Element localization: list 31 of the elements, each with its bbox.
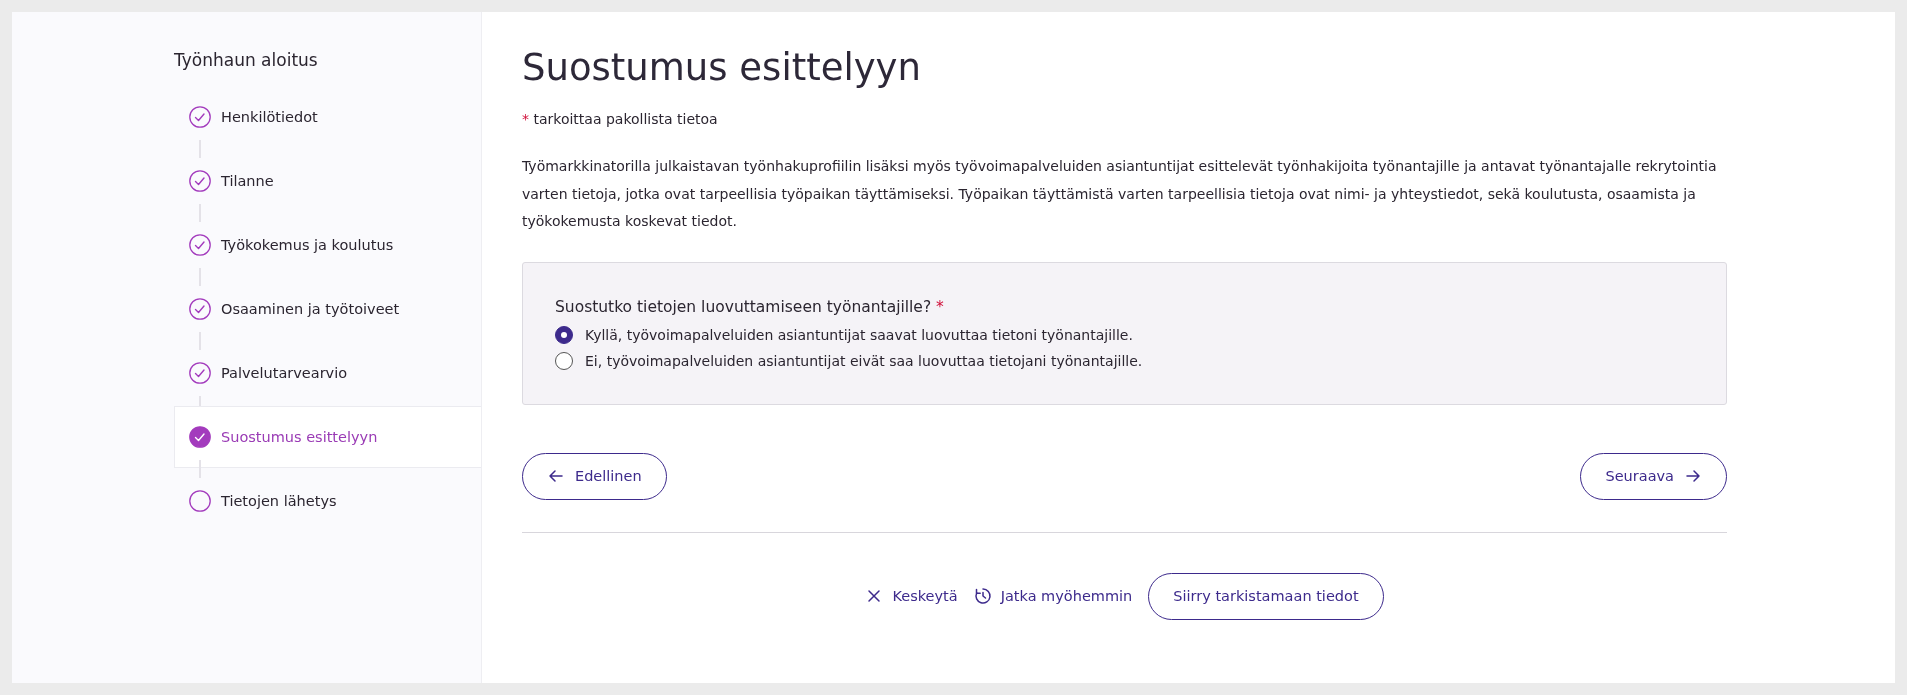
step-item[interactable]: Tilanne	[174, 158, 481, 204]
radio-option[interactable]: Kyllä, työvoimapalveluiden asiantuntijat saavat luovuttaa tietoni työnantajille.	[555, 325, 1694, 344]
step-label: Palvelutarvearvio	[221, 365, 348, 381]
clock-icon	[973, 587, 992, 605]
required-note: * tarkoittaa pakollista tietoa	[522, 111, 719, 127]
arrow-left-icon	[547, 467, 565, 485]
continue-later-link[interactable]: Jatka myöhemmin	[973, 587, 1133, 605]
cancel-link[interactable]: Keskeytä	[865, 587, 958, 605]
step-label: Osaaminen ja työtoiveet	[221, 301, 400, 317]
step-item[interactable]: Palvelutarvearvio	[174, 350, 481, 396]
question-label: Suostutko tietojen luovuttamiseen työnantajille? *	[555, 297, 944, 316]
step-label: Tilanne	[221, 173, 274, 189]
radio-button[interactable]	[555, 325, 573, 344]
step-label: Suostumus esittelyyn	[221, 429, 378, 445]
next-button[interactable]: Seuraava	[1580, 452, 1727, 500]
step-label: Henkilötiedot	[221, 109, 318, 125]
step-item[interactable]: Tietojen lähetys	[174, 478, 481, 524]
page-title: Suostumus esittelyyn	[522, 46, 922, 89]
sidebar-title: Työnhaun aloitus	[174, 50, 318, 70]
step-item[interactable]: Työkokemus ja koulutus	[174, 222, 481, 268]
arrow-right-icon	[1684, 467, 1702, 485]
step-label: Tietojen lähetys	[221, 493, 337, 509]
step-item[interactable]: Osaaminen ja työtoiveet	[174, 286, 481, 332]
previous-button[interactable]: Edellinen	[522, 452, 667, 500]
step-item[interactable]: Suostumus esittelyyn	[174, 406, 481, 468]
step-item[interactable]: Henkilötiedot	[174, 94, 481, 140]
radio-option[interactable]: Ei, työvoimapalveluiden asiantuntijat eivät saa luovuttaa tietojani työnantajille.	[555, 351, 1694, 370]
radio-button[interactable]	[555, 351, 573, 370]
description-text: Työmarkkinatorilla julkaistavan työnhakuprofiilin lisäksi myös työvoimapalveluiden asiantuntijat esittelevät työnhakijoita työnantajille ja antavat työnantajalle rekrytointia varten tietoja, jotka ovat tarpeellisia työpaikan täyttämiseksi. Työpaikan täyttämistä varten tarpeellisia tietoja ovat nimi- ja yhteystiedot, sekä koulutusta, osaamista ja työkokemusta koskevat tiedot.	[522, 157, 1718, 231]
step-label: Työkokemus ja koulutus	[221, 237, 394, 253]
review-button[interactable]: Siirry tarkistamaan tiedot	[1148, 572, 1384, 620]
